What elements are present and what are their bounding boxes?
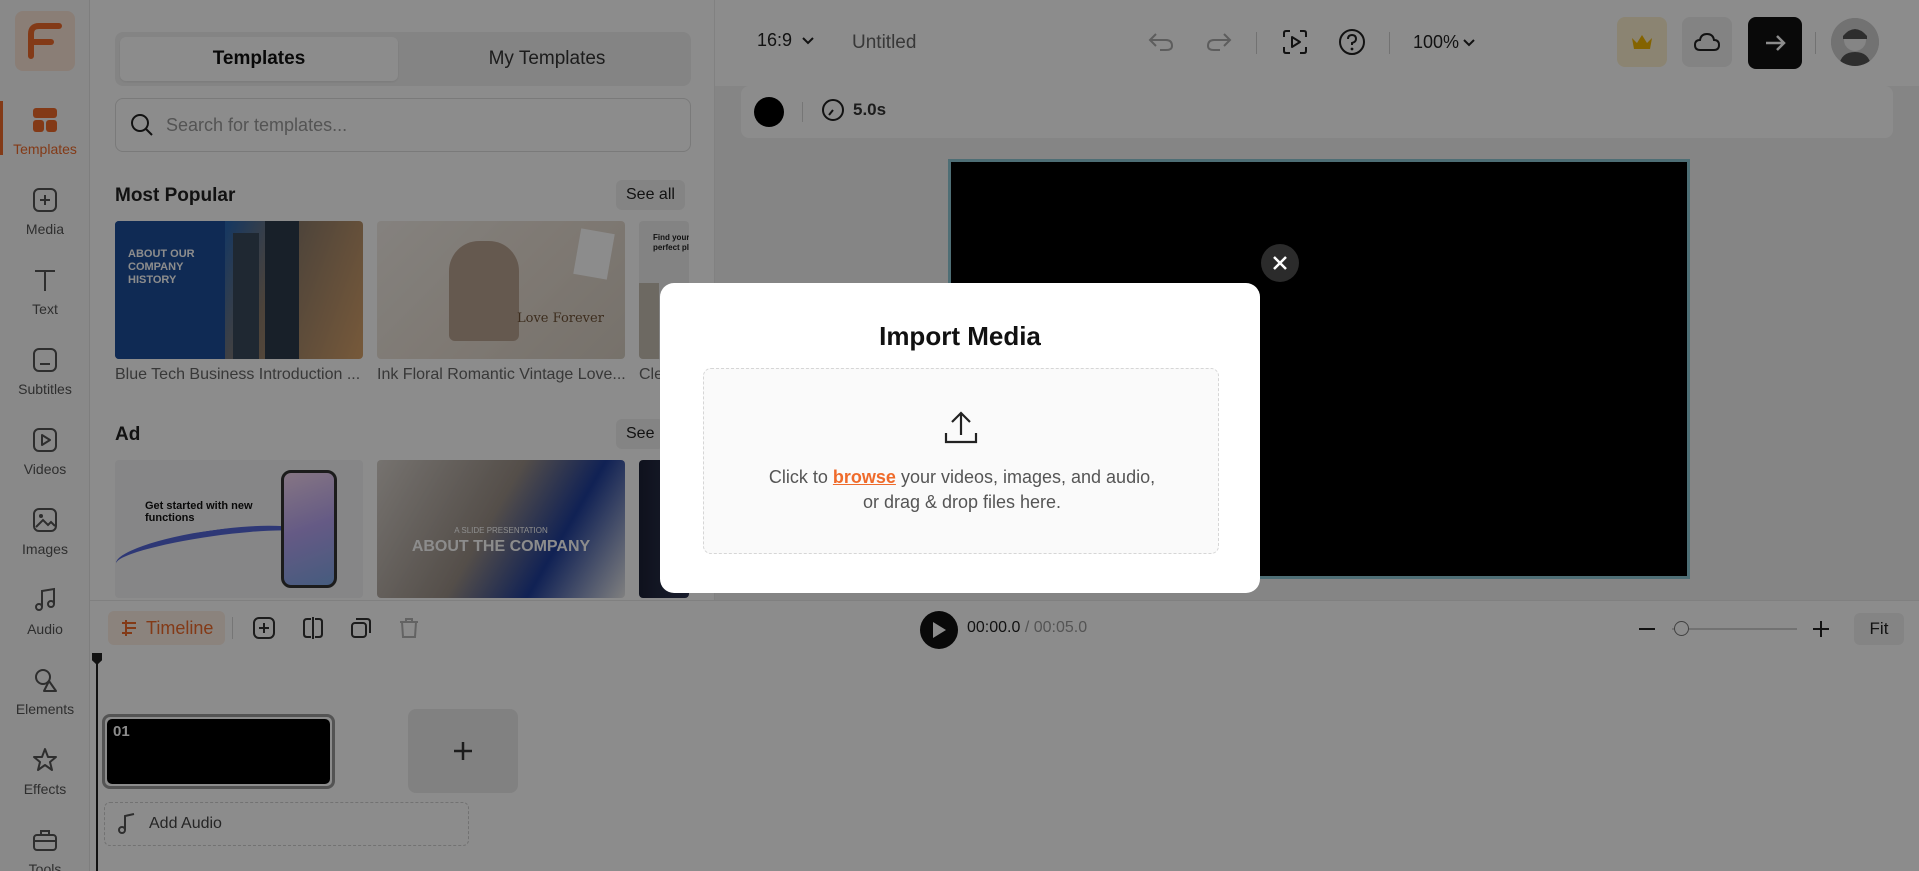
dropzone-instructions: Click to browse your videos, images, and…: [704, 467, 1220, 488]
upload-icon: [944, 411, 978, 444]
file-dropzone[interactable]: Click to browse your videos, images, and…: [703, 368, 1219, 554]
close-icon: [1273, 256, 1287, 270]
browse-link[interactable]: browse: [833, 467, 896, 487]
dropzone-text-suffix: your videos, images, and audio,: [895, 467, 1156, 487]
import-media-dialog: Import Media Click to browse your videos…: [660, 283, 1260, 593]
dropzone-text-prefix: Click to: [768, 467, 833, 487]
close-dialog-button[interactable]: [1261, 244, 1299, 282]
dropzone-drag-hint: or drag & drop files here.: [862, 492, 1062, 512]
dialog-title: Import Media: [879, 321, 1041, 351]
